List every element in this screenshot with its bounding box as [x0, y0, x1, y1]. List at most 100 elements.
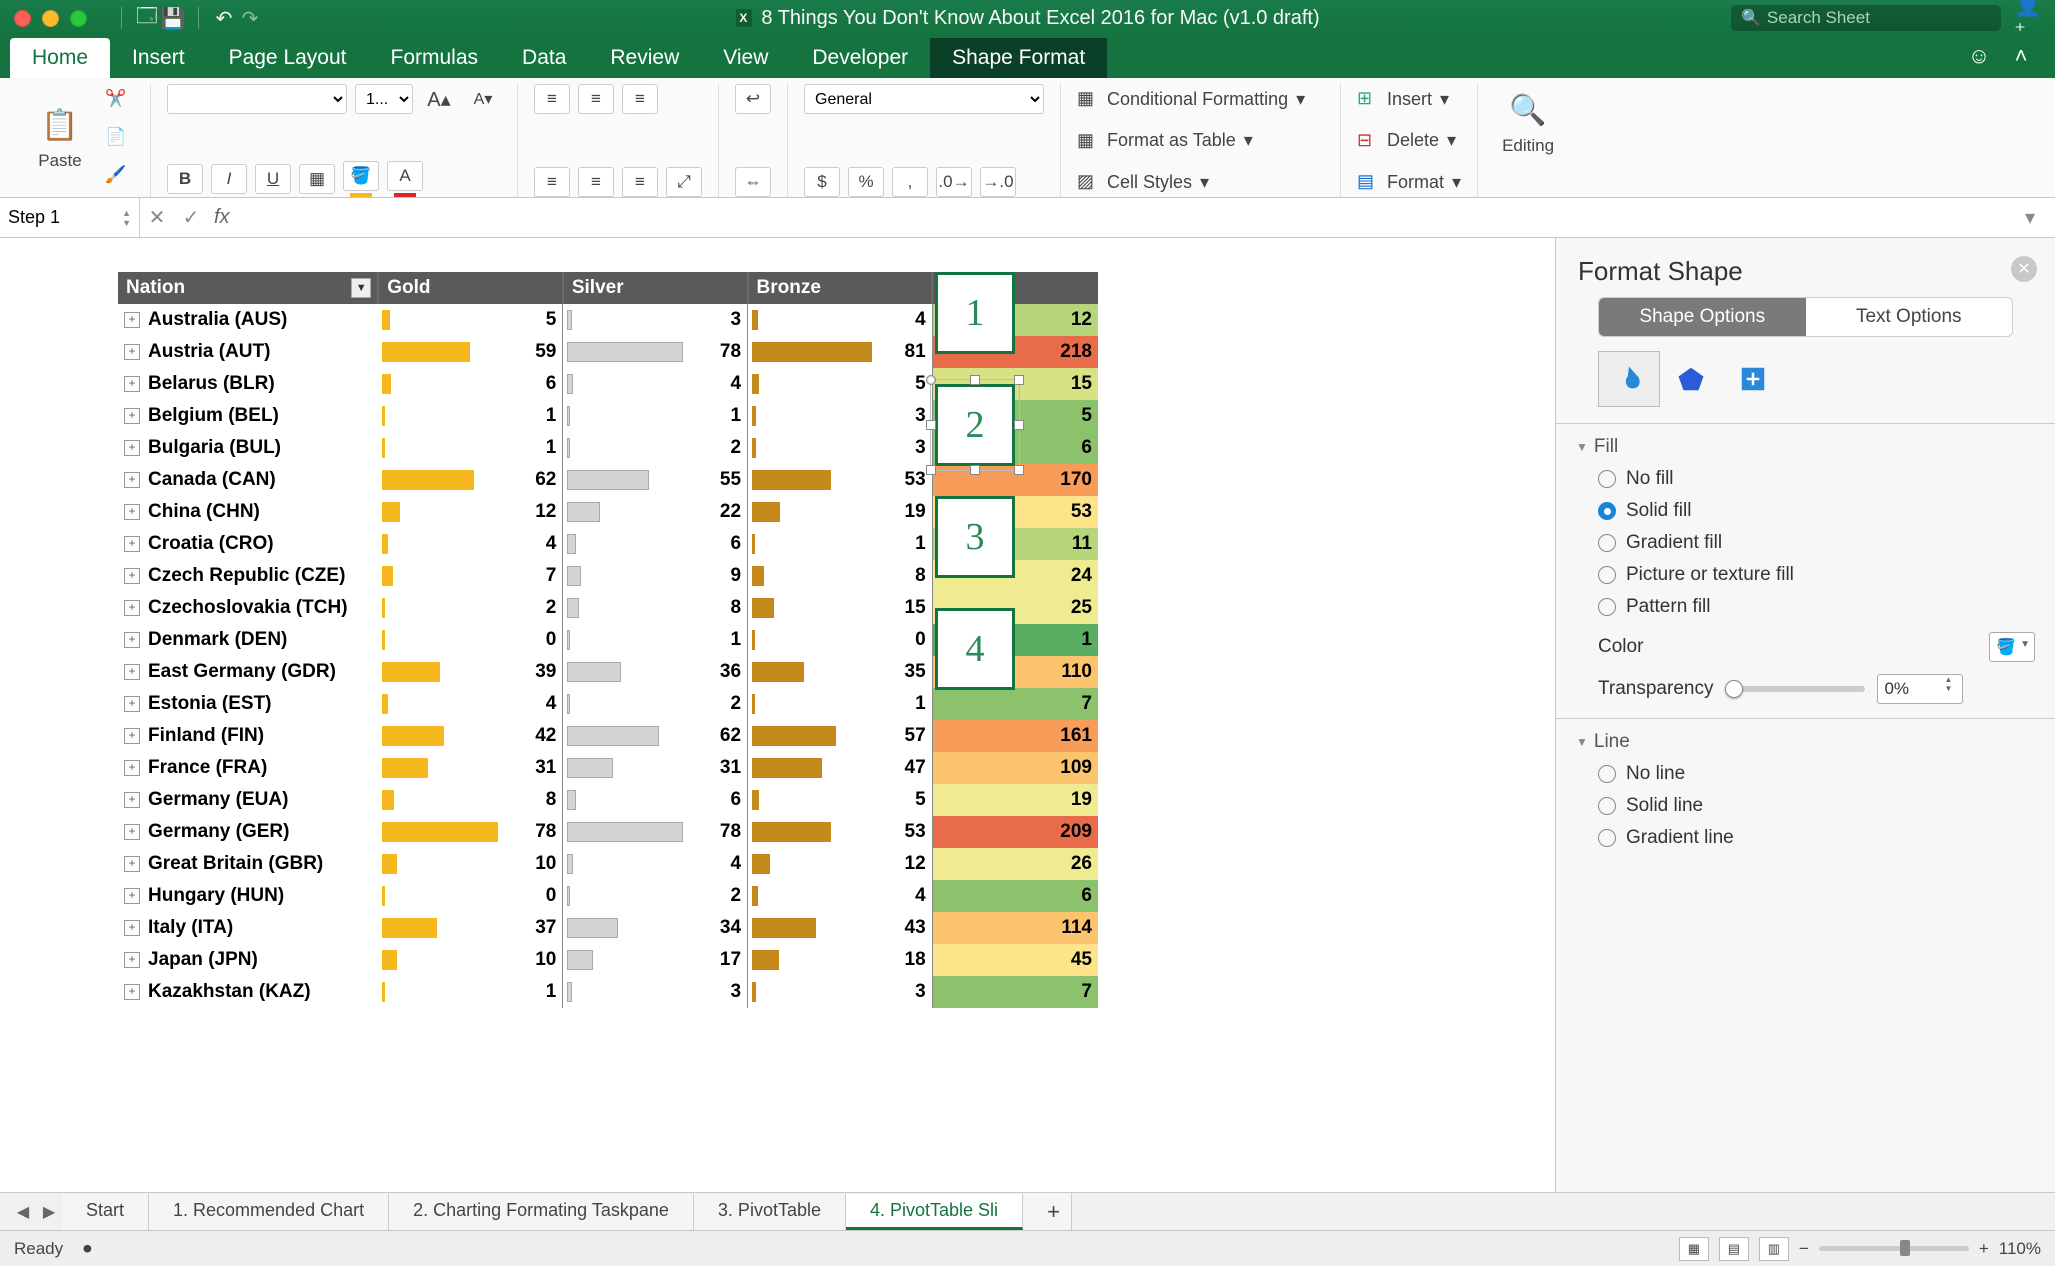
sheet-tab[interactable]: 4. PivotTable Sli [846, 1194, 1023, 1230]
fill-option-solid-fill[interactable]: Solid fill [1598, 500, 2035, 522]
step-shape-3[interactable]: 3 [935, 496, 1015, 578]
zoom-level[interactable]: 110% [1999, 1239, 2041, 1259]
expand-icon[interactable]: + [124, 760, 140, 776]
effects-category-icon[interactable] [1660, 351, 1722, 407]
expand-icon[interactable]: + [124, 984, 140, 1000]
accept-formula-icon[interactable]: ✓ [174, 205, 208, 230]
macro-record-icon[interactable]: ⏺ [83, 1239, 92, 1259]
line-option-gradient-line[interactable]: Gradient line [1598, 827, 2035, 849]
step-shape-1[interactable]: 1 [935, 272, 1015, 354]
tab-home[interactable]: Home [10, 38, 110, 78]
cancel-formula-icon[interactable]: ✕ [140, 205, 174, 230]
increase-decimal-icon[interactable]: .0→ [936, 167, 972, 197]
expand-icon[interactable]: + [124, 824, 140, 840]
size-category-icon[interactable] [1722, 351, 1784, 407]
emoji-icon[interactable]: ☺ [1965, 42, 1993, 70]
normal-view-icon[interactable]: ▦ [1679, 1237, 1709, 1261]
name-box-input[interactable] [8, 207, 108, 228]
fill-option-picture-or-texture-fill[interactable]: Picture or texture fill [1598, 564, 2035, 586]
formula-input[interactable] [236, 198, 2013, 237]
expand-icon[interactable]: + [124, 792, 140, 808]
percent-icon[interactable]: % [848, 167, 884, 197]
resize-handle[interactable] [1014, 465, 1024, 475]
italic-button[interactable]: I [211, 164, 247, 194]
fx-label[interactable]: fx [208, 206, 236, 229]
currency-icon[interactable]: $ [804, 167, 840, 197]
font-color-button[interactable]: A [387, 161, 423, 191]
resize-handle[interactable] [926, 420, 936, 430]
expand-icon[interactable]: + [124, 472, 140, 488]
undo-icon[interactable]: ↶ [211, 5, 237, 31]
expand-icon[interactable]: + [124, 728, 140, 744]
editing-button[interactable]: 🔍 Editing [1494, 84, 1562, 160]
sheet-tab[interactable]: 1. Recommended Chart [149, 1194, 389, 1230]
col-header-bronze[interactable]: Bronze [748, 272, 933, 304]
collapse-ribbon-icon[interactable]: ˄ [2007, 42, 2035, 70]
tab-formulas[interactable]: Formulas [369, 38, 501, 78]
wrap-text-icon[interactable]: ↩ [735, 84, 771, 114]
col-header-silver[interactable]: Silver [563, 272, 748, 304]
fill-line-category-icon[interactable] [1598, 351, 1660, 407]
align-middle-icon[interactable]: ≡ [578, 84, 614, 114]
format-as-table-button[interactable]: ▦Format as Table ▾ [1077, 126, 1324, 156]
orientation-icon[interactable]: ⤢ [666, 167, 702, 197]
table-row[interactable]: +Kazakhstan (KAZ)1337 [118, 976, 1098, 1008]
table-row[interactable]: +Germany (EUA)86519 [118, 784, 1098, 816]
tab-data[interactable]: Data [500, 38, 588, 78]
fill-section-header[interactable]: Fill [1576, 436, 2035, 458]
share-icon[interactable]: 👤⁺ [2015, 5, 2041, 31]
sheet-tab[interactable]: 2. Charting Formating Taskpane [389, 1194, 694, 1230]
expand-icon[interactable]: + [124, 664, 140, 680]
tab-shape-options[interactable]: Shape Options [1599, 298, 1806, 336]
tab-review[interactable]: Review [588, 38, 701, 78]
col-header-gold[interactable]: Gold [378, 272, 563, 304]
expand-icon[interactable]: + [124, 568, 140, 584]
zoom-in-icon[interactable]: + [1979, 1239, 1989, 1259]
sheet-tab[interactable]: Start [62, 1194, 149, 1230]
zoom-slider[interactable] [1819, 1246, 1969, 1251]
expand-icon[interactable]: + [124, 888, 140, 904]
step-shape-4[interactable]: 4 [935, 608, 1015, 690]
zoom-out-icon[interactable]: − [1799, 1239, 1809, 1259]
expand-icon[interactable]: + [124, 536, 140, 552]
resize-handle[interactable] [970, 375, 980, 385]
tab-text-options[interactable]: Text Options [1806, 298, 2013, 336]
align-bottom-icon[interactable]: ≡ [622, 84, 658, 114]
font-family-select[interactable] [167, 84, 347, 114]
fill-option-gradient-fill[interactable]: Gradient fill [1598, 532, 2035, 554]
align-left-icon[interactable]: ≡ [534, 167, 570, 197]
align-center-icon[interactable]: ≡ [578, 167, 614, 197]
table-row[interactable]: +Finland (FIN)426257161 [118, 720, 1098, 752]
expand-icon[interactable]: + [124, 440, 140, 456]
autosave-icon[interactable]: 🗔 [134, 5, 160, 31]
grow-font-icon[interactable]: A▴ [421, 84, 457, 114]
cell-styles-button[interactable]: ▨Cell Styles ▾ [1077, 167, 1324, 197]
delete-cells-button[interactable]: ⊟Delete ▾ [1357, 126, 1461, 156]
add-sheet-button[interactable]: + [1023, 1193, 1072, 1231]
conditional-formatting-button[interactable]: ▦Conditional Formatting ▾ [1077, 84, 1324, 114]
close-pane-icon[interactable]: ✕ [2011, 256, 2037, 282]
next-sheet-icon[interactable]: ▶ [36, 1199, 62, 1225]
table-row[interactable]: +Japan (JPN)10171845 [118, 944, 1098, 976]
expand-icon[interactable]: + [124, 600, 140, 616]
expand-icon[interactable]: + [124, 920, 140, 936]
tab-view[interactable]: View [701, 38, 790, 78]
line-option-solid-line[interactable]: Solid line [1598, 795, 2035, 817]
maximize-window-icon[interactable] [70, 10, 87, 27]
expand-formula-icon[interactable]: ▾ [2013, 205, 2047, 230]
resize-handle[interactable] [926, 465, 936, 475]
name-box[interactable]: ▲▼ [0, 198, 140, 237]
comma-icon[interactable]: , [892, 167, 928, 197]
expand-icon[interactable]: + [124, 696, 140, 712]
expand-icon[interactable]: + [124, 952, 140, 968]
format-painter-icon[interactable]: 🖌️ [98, 160, 134, 190]
expand-icon[interactable]: + [124, 856, 140, 872]
merge-icon[interactable]: ⇔ [735, 167, 771, 197]
filter-dropdown-icon[interactable]: ▼ [351, 278, 371, 298]
table-row[interactable]: +Germany (GER)787853209 [118, 816, 1098, 848]
decrease-decimal-icon[interactable]: →.0 [980, 167, 1016, 197]
fill-color-button[interactable]: 🪣 [343, 161, 379, 191]
line-section-header[interactable]: Line [1576, 731, 2035, 753]
search-sheet-box[interactable]: 🔍 [1731, 5, 2001, 31]
minimize-window-icon[interactable] [42, 10, 59, 27]
